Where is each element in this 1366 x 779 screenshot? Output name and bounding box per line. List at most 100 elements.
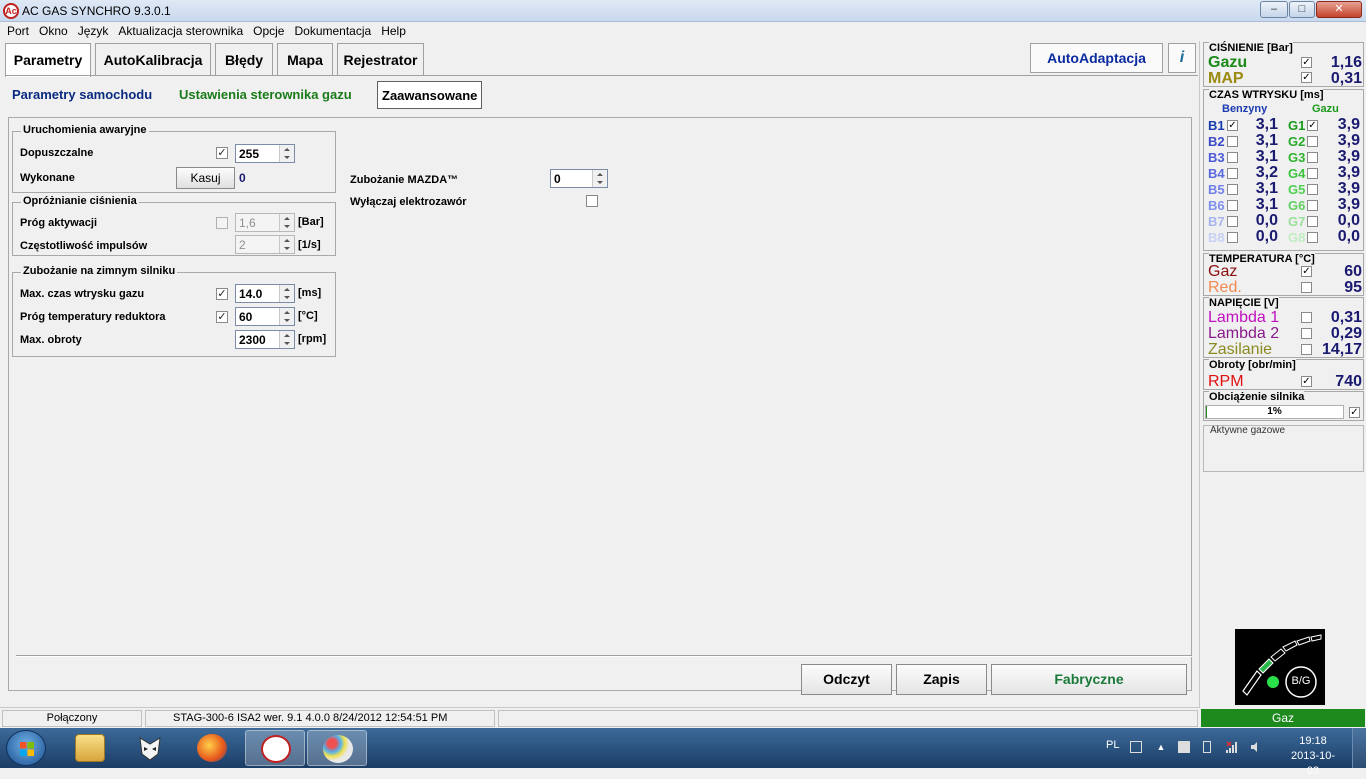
prog-temp-spinner[interactable]: 60: [235, 307, 295, 326]
benzyna-injector-checkbox[interactable]: [1227, 152, 1238, 163]
max-obroty-spinner[interactable]: 2300: [235, 330, 295, 349]
prog-aktywacji-checkbox[interactable]: [216, 217, 228, 229]
info-icon[interactable]: i: [1168, 43, 1196, 73]
gaz-injector-checkbox[interactable]: [1307, 200, 1318, 211]
gaz-injector-checkbox[interactable]: [1307, 184, 1318, 195]
benzyna-injector-checkbox[interactable]: ✓: [1227, 120, 1238, 131]
tab-divider: [6, 75, 1198, 76]
taskbar-firefox[interactable]: [182, 730, 242, 766]
gaz-injector-checkbox[interactable]: [1307, 232, 1318, 243]
rpm-label: RPM: [1208, 373, 1244, 390]
taskbar-explorer[interactable]: [60, 730, 120, 766]
language-indicator[interactable]: PL: [1106, 739, 1119, 751]
spinner-arrows[interactable]: [592, 170, 607, 187]
show-desktop-button[interactable]: [1352, 728, 1366, 768]
spinner-arrows[interactable]: [279, 214, 294, 231]
benzyna-injector-checkbox[interactable]: [1227, 168, 1238, 179]
spinner-arrows[interactable]: [279, 145, 294, 162]
spinner-arrows[interactable]: [279, 285, 294, 302]
tab-parametry[interactable]: Parametry: [5, 43, 91, 77]
flag-icon[interactable]: [1178, 741, 1190, 753]
right-status-panel: CIŚNIENIE [Bar] Gazu ✓ 1,16 MAP ✓ 0,31 C…: [1201, 41, 1366, 707]
autoadaptacja-button[interactable]: AutoAdaptacja: [1030, 43, 1163, 73]
dopuszczalne-spinner[interactable]: 255: [235, 144, 295, 163]
paint-icon: [323, 735, 353, 763]
prog-aktywacji-spinner[interactable]: 1,6: [235, 213, 295, 232]
menu-port[interactable]: Port: [2, 22, 34, 41]
kasuj-button[interactable]: Kasuj: [176, 167, 235, 189]
group-title: Zubożanie na zimnym silniku: [21, 265, 178, 277]
zasilanie-label: Zasilanie: [1208, 341, 1273, 358]
group-czas-wtrysku: CZAS WTRYSKU [ms] Benzyny Gazu B1 ✓ 3,1 G1 ✓…: [1203, 89, 1364, 251]
spinner-arrows[interactable]: [279, 236, 294, 253]
volume-icon[interactable]: [1250, 741, 1262, 753]
taskbar-ac-gas-synchro[interactable]: [245, 730, 305, 766]
menu-aktualizacja[interactable]: Aktualizacja sterownika: [113, 22, 248, 41]
gaz-injector-checkbox[interactable]: [1307, 152, 1318, 163]
prog-temp-checkbox[interactable]: ✓: [216, 311, 228, 323]
menu-help[interactable]: Help: [376, 22, 411, 41]
gazu-pressure-checkbox[interactable]: ✓: [1301, 57, 1312, 68]
network-signal-icon[interactable]: [1226, 741, 1238, 753]
gaz-injector-checkbox[interactable]: [1307, 168, 1318, 179]
rpm-checkbox[interactable]: ✓: [1301, 376, 1312, 387]
battery-icon[interactable]: [1203, 741, 1211, 753]
tab-autokalibracja[interactable]: AutoKalibracja: [95, 43, 211, 75]
menu-jezyk[interactable]: Język: [73, 22, 114, 41]
taskbar-app-mask[interactable]: [120, 730, 180, 766]
max-czas-spinner[interactable]: 14.0: [235, 284, 295, 303]
wylaczaj-elektrozawor-checkbox[interactable]: [586, 195, 598, 207]
gaz-injector-label: G2: [1288, 134, 1306, 149]
max-obroty-unit: [rpm]: [298, 333, 327, 345]
benzyna-injector-checkbox[interactable]: [1227, 216, 1238, 227]
tab-rejestrator[interactable]: Rejestrator: [337, 43, 424, 75]
title-bar[interactable]: Ac AC GAS SYNCHRO 9.3.0.1 – □ ✕: [0, 0, 1366, 22]
czestotliwosc-spinner[interactable]: 2: [235, 235, 295, 254]
temp-red-checkbox[interactable]: [1301, 282, 1312, 293]
subtab-ustawienia-sterownika[interactable]: Ustawienia sterownika gazu: [175, 81, 356, 109]
menu-opcje[interactable]: Opcje: [248, 22, 289, 41]
clock[interactable]: 19:18 2013-10-03: [1288, 734, 1338, 779]
spinner-arrows[interactable]: [279, 331, 294, 348]
gaz-injector-checkbox[interactable]: ✓: [1307, 120, 1318, 131]
obciazenie-checkbox[interactable]: ✓: [1349, 407, 1360, 418]
ac-app-icon: [261, 735, 291, 763]
gaz-injector-checkbox[interactable]: [1307, 136, 1318, 147]
tab-bledy[interactable]: Błędy: [215, 43, 273, 75]
start-button[interactable]: [6, 730, 46, 766]
menu-okno[interactable]: Okno: [34, 22, 73, 41]
minimize-button[interactable]: –: [1260, 1, 1288, 18]
subtab-zaawansowane[interactable]: Zaawansowane: [377, 81, 483, 109]
gaz-injector-label: G5: [1288, 182, 1306, 197]
benzyna-injector-checkbox[interactable]: [1227, 136, 1238, 147]
max-czas-checkbox[interactable]: ✓: [216, 288, 228, 300]
odczyt-button[interactable]: Odczyt: [801, 664, 892, 695]
subtab-parametry-samochodu[interactable]: Parametry samochodu: [8, 81, 156, 109]
zasilanie-value: 14,17: [1321, 341, 1362, 358]
keyboard-icon[interactable]: [1130, 741, 1142, 753]
lambda1-checkbox[interactable]: [1301, 312, 1312, 323]
taskbar-paint[interactable]: [307, 730, 367, 766]
zapis-button[interactable]: Zapis: [896, 664, 987, 695]
temp-gaz-checkbox[interactable]: ✓: [1301, 266, 1312, 277]
menu-dokumentacja[interactable]: Dokumentacja: [289, 22, 376, 41]
benzyna-injector-checkbox[interactable]: [1227, 232, 1238, 243]
show-hidden-icons[interactable]: ▲: [1155, 741, 1167, 753]
benzyna-injector-checkbox[interactable]: [1227, 184, 1238, 195]
maximize-button[interactable]: □: [1289, 1, 1315, 18]
prog-temp-label: Próg temperatury reduktora: [20, 311, 166, 323]
lambda2-checkbox[interactable]: [1301, 328, 1312, 339]
map-checkbox[interactable]: ✓: [1301, 72, 1312, 83]
fabryczne-button[interactable]: Fabryczne: [991, 664, 1187, 695]
gaz-injector-value: 0,0: [1337, 228, 1360, 245]
dopuszczalne-checkbox[interactable]: ✓: [216, 147, 228, 159]
tab-mapa[interactable]: Mapa: [277, 43, 333, 75]
zasilanie-checkbox[interactable]: [1301, 344, 1312, 355]
spinner-arrows[interactable]: [279, 308, 294, 325]
benzyna-injector-checkbox[interactable]: [1227, 200, 1238, 211]
mask-icon: [139, 737, 161, 761]
close-button[interactable]: ✕: [1316, 1, 1362, 18]
gaz-injector-checkbox[interactable]: [1307, 216, 1318, 227]
zubozanie-mazda-spinner[interactable]: 0: [550, 169, 608, 188]
benzyna-injector-label: B2: [1208, 134, 1225, 149]
